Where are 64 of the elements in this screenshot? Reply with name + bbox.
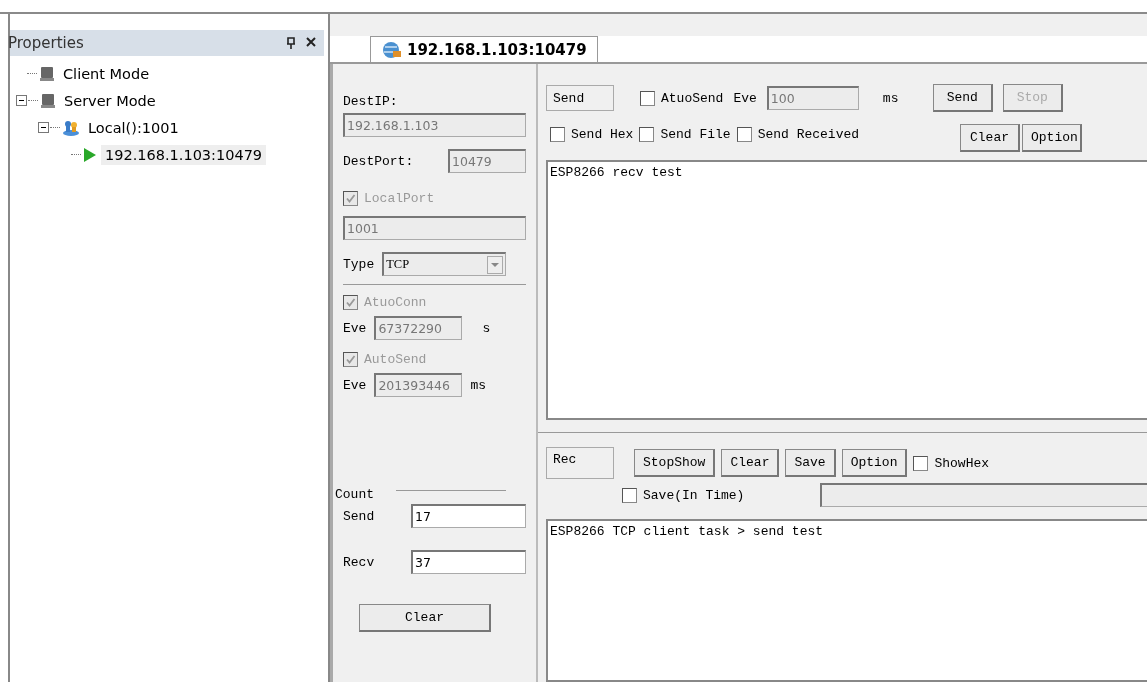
unit-label: ms	[470, 377, 486, 393]
checkbox[interactable]	[736, 126, 752, 142]
input-field[interactable]: 1001	[343, 216, 526, 240]
button[interactable]: Option	[841, 449, 908, 477]
button[interactable]: Clear	[721, 449, 780, 477]
checkbox-label: AutoSend	[364, 352, 427, 367]
section-label: Rec	[546, 447, 614, 479]
checkbox-label: AtuoSend	[661, 90, 724, 106]
tree-item[interactable]: Client Mode	[59, 63, 154, 84]
input-field[interactable]: 37	[411, 550, 526, 574]
checkbox[interactable]	[639, 126, 655, 142]
checkbox-label: Send File	[660, 126, 731, 142]
checkbox-label: LocalPort	[364, 191, 435, 206]
checkbox-label: Send Hex	[571, 126, 634, 142]
expander-icon[interactable]	[16, 95, 27, 106]
checkbox[interactable]	[640, 90, 655, 106]
expander-icon[interactable]	[38, 122, 49, 133]
input-field[interactable]: 10479	[448, 149, 526, 173]
button[interactable]: StopShow	[634, 449, 716, 477]
checkbox-label: ShowHex	[934, 455, 990, 471]
tree-item[interactable]: Server Mode	[60, 90, 160, 111]
close-icon[interactable]	[306, 37, 316, 47]
pin-icon[interactable]	[286, 37, 296, 49]
unit-label: ms	[882, 90, 900, 106]
input-field[interactable]: 192.168.1.103	[343, 113, 526, 137]
network-icon	[381, 40, 403, 59]
users-icon	[62, 119, 80, 136]
field-label: Eve	[733, 90, 757, 106]
button[interactable]: Clear	[960, 124, 1020, 152]
computer-icon	[40, 92, 56, 109]
field-label: Type	[343, 256, 375, 272]
button[interactable]: Option	[1022, 124, 1082, 152]
input-field[interactable]: 201393446	[374, 373, 463, 397]
section-label: Send	[546, 85, 614, 111]
checkbox[interactable]	[622, 487, 637, 503]
group-label: Count	[335, 487, 374, 502]
field-label: Recv	[343, 554, 375, 570]
dropdown[interactable]: TCP	[382, 252, 507, 276]
field-label: Eve	[343, 377, 367, 393]
checkbox[interactable]	[550, 126, 565, 142]
play-icon	[83, 146, 97, 163]
computer-icon	[39, 65, 55, 82]
checkbox-label: Save(In Time)	[643, 487, 745, 503]
checkbox-label: AtuoConn	[364, 295, 427, 310]
input-field[interactable]: 100	[766, 86, 859, 110]
field-label: DestIP:	[343, 94, 399, 109]
send-text-area[interactable]: ESP8266 recv test	[546, 160, 1147, 420]
unit-label: s	[482, 320, 491, 336]
tab[interactable]: 192.168.1.103:10479	[370, 36, 598, 62]
button[interactable]: Send	[932, 84, 993, 112]
file-path-field[interactable]	[820, 483, 1147, 507]
checkbox-label: Send Received	[757, 126, 860, 142]
tree-item[interactable]: Local():1001	[84, 117, 183, 138]
button[interactable]: Save	[785, 449, 836, 477]
button[interactable]: Clear	[359, 604, 491, 632]
tree-item[interactable]: 192.168.1.103:10479	[101, 144, 267, 165]
field-label: Send	[343, 508, 375, 524]
panel-title: Properties	[8, 34, 84, 52]
input-field[interactable]: 17	[411, 504, 526, 528]
receive-text-area[interactable]: ESP8266 TCP client task > send test	[546, 519, 1147, 682]
field-label: Eve	[343, 320, 367, 336]
input-field[interactable]: 67372290	[374, 316, 463, 340]
checkbox[interactable]	[913, 455, 929, 471]
field-label: DestPort:	[343, 153, 414, 169]
